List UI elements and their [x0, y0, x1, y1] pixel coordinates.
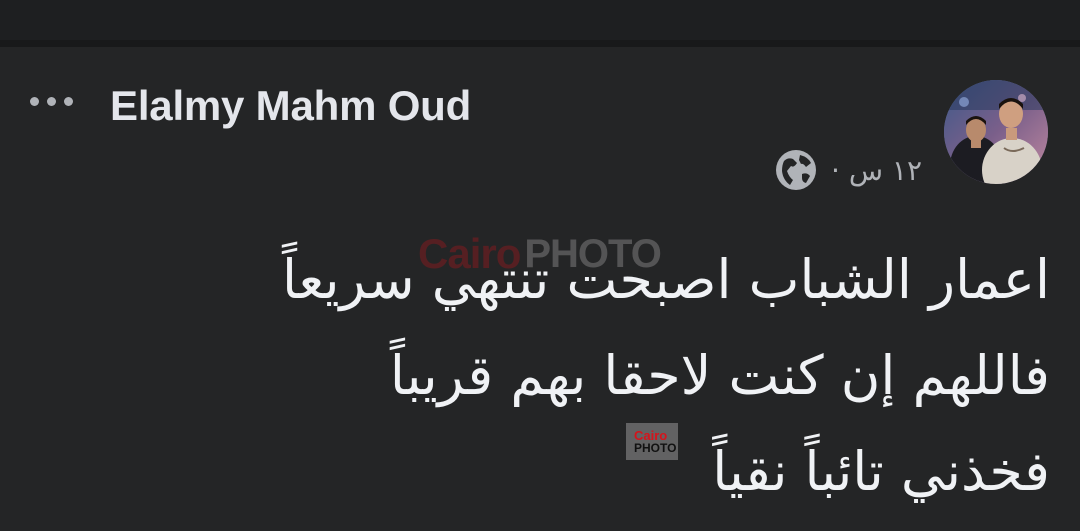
post-meta: ١٢ س · [775, 145, 922, 195]
avatar-photo [944, 80, 1048, 184]
more-options-icon[interactable] [30, 94, 80, 108]
post-timestamp[interactable]: ١٢ س · [831, 154, 922, 187]
post-line: فاللهم إن كنت لاحقا بهم قريباً [389, 344, 1050, 407]
globe-icon[interactable] [775, 149, 817, 191]
top-bar [0, 0, 1080, 40]
post-body: اعمار الشباب اصبحت تنتهي سريعاً فاللهم إ… [210, 232, 1050, 520]
more-dot [30, 96, 39, 106]
post-line: فخذني تائباً نقياً [712, 440, 1050, 503]
author-name[interactable]: Elalmy Mahm Oud [110, 80, 471, 132]
feed-divider [0, 40, 1080, 47]
more-dot [64, 96, 73, 106]
more-dot [47, 96, 56, 106]
post-line: اعمار الشباب اصبحت تنتهي سريعاً [282, 248, 1050, 311]
author-avatar[interactable] [944, 80, 1048, 184]
